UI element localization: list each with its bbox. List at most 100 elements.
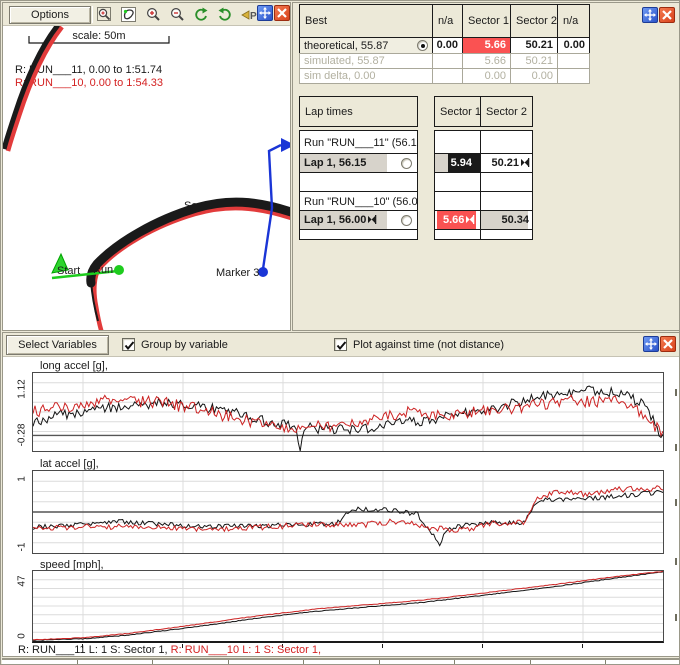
zoom-region-icon[interactable] [95, 5, 115, 24]
splitter-notch[interactable] [675, 499, 677, 506]
move-panel-icon[interactable] [643, 336, 659, 352]
theoretical-radio[interactable] [417, 40, 428, 51]
map-window-buttons [257, 5, 290, 21]
track-map[interactable]: scale: 50m R: RUN___11, 0.00 to 1:51.74 … [3, 26, 290, 330]
track-arc-red [8, 27, 62, 151]
rotate-cw-icon[interactable] [191, 5, 211, 24]
close-panel-icon[interactable] [659, 7, 675, 23]
map-toolbar: Options P [3, 3, 290, 26]
options-button[interactable]: Options [9, 6, 91, 24]
run10-lap-radio[interactable] [401, 215, 412, 226]
chart1-title: long accel [g], [40, 360, 108, 372]
scale-label: scale: 50m [72, 30, 125, 42]
sector-value: 50.34 [501, 214, 529, 226]
delta-val-sector2: 0.00 [510, 68, 558, 84]
s1-empty [434, 191, 481, 211]
delta-val-na1 [432, 68, 463, 84]
sim-val-na2 [557, 53, 590, 69]
run10-lap-row[interactable]: Lap 1, 56.00 [299, 210, 418, 230]
zoom-in-icon[interactable] [143, 5, 163, 24]
track-map-panel: Options P [2, 2, 291, 331]
group-by-variable-label: Group by variable [141, 339, 228, 351]
run11-lap-row[interactable]: Lap 1, 56.15 [299, 153, 418, 173]
flag-icon [368, 215, 377, 224]
times-panel: Best n/a Sector 1 Sector 2 n/a theoretic… [292, 2, 680, 331]
group-by-variable-checkbox[interactable] [122, 338, 135, 351]
lap-label: Lap 1, 56.00 [304, 214, 377, 226]
laptimes-header: Lap times [299, 96, 418, 127]
svg-text:P: P [250, 11, 257, 22]
splitter-notch[interactable] [675, 444, 677, 451]
sector-value: 5.66 [443, 214, 475, 226]
axis-tick [482, 644, 483, 648]
sector-value: 5.94 [451, 157, 472, 169]
run10-sector2-cell: 50.34 [480, 210, 533, 230]
bottom-clipped-row [2, 658, 680, 665]
plot-against-time-checkbox[interactable] [334, 338, 347, 351]
marker3-arrow-icon[interactable] [281, 138, 290, 152]
run11-sector2-cell: 50.21 [480, 153, 533, 173]
splitter-notch[interactable] [675, 558, 677, 565]
check-icon [123, 339, 136, 352]
splitter-notch[interactable] [675, 389, 677, 396]
sim-val-na1 [432, 53, 463, 69]
run-marker-label: Run [93, 264, 113, 276]
app-window: Options P [0, 0, 680, 665]
sim-val-sector1: 5.66 [462, 53, 511, 69]
start-label: Start [57, 265, 80, 277]
run10-label-row: Run "RUN___10" (56.00) [299, 191, 418, 211]
chart-status-line: R: RUN___11 L: 1 S: Sector 1, R: RUN___1… [18, 644, 321, 656]
splitter-notch[interactable] [675, 614, 677, 621]
chart3-ymin-label: 0 [17, 633, 28, 639]
axis-tick [382, 644, 383, 648]
close-panel-icon[interactable] [660, 336, 676, 352]
s2-empty [480, 191, 533, 211]
axis-tick [582, 644, 583, 648]
best-val-sector1: 5.66 [462, 37, 511, 54]
plot-against-time-label: Plot against time (not distance) [353, 339, 504, 351]
move-panel-icon[interactable] [257, 5, 273, 21]
best-header: Best [299, 4, 433, 38]
move-panel-icon[interactable] [642, 7, 658, 23]
select-variables-button[interactable]: Select Variables [6, 335, 109, 355]
best-row-theoretical[interactable]: theoretical, 55.87 [299, 37, 433, 54]
chart2-title: lat accel [g], [40, 458, 99, 470]
zoom-out-icon[interactable] [167, 5, 187, 24]
lat-accel-chart[interactable] [32, 470, 664, 554]
run11-sector1-cell: 5.94 [434, 153, 481, 173]
s1-empty [434, 130, 481, 154]
run11-lap-radio[interactable] [401, 158, 412, 169]
close-panel-icon[interactable] [274, 5, 290, 21]
lap-label: Lap 1, 56.15 [304, 157, 366, 169]
rotate-ccw-icon[interactable] [215, 5, 235, 24]
times-window-buttons [642, 7, 675, 23]
run-marker-dot[interactable] [114, 265, 124, 275]
pit-marker-icon[interactable]: P [239, 5, 259, 24]
best-header-na1: n/a [432, 4, 463, 38]
best-val-na1: 0.00 [432, 37, 463, 54]
fit-track-icon[interactable] [119, 5, 139, 24]
charts-toolbar: Select Variables Group by variable Plot … [3, 333, 679, 357]
empty-row [299, 229, 418, 240]
laptimes-header-sector1: Sector 1 [434, 96, 481, 127]
long-accel-chart[interactable] [32, 372, 664, 452]
marker3-dot[interactable] [258, 267, 268, 277]
best-header-na2: n/a [557, 4, 590, 38]
run11-label-row: Run "RUN___11" (56.15) [299, 130, 418, 154]
chart2-ymax-label: 1 [17, 476, 28, 482]
chart1-ymax-label: 1.12 [17, 379, 28, 398]
marker3-label: Marker 3 [216, 267, 259, 279]
best-header-sector2: Sector 2 [510, 4, 558, 38]
charts-window-buttons [643, 336, 676, 352]
delta-val-sector1: 0.00 [462, 68, 511, 84]
delta-row-label: sim delta, 0.00 [299, 68, 433, 84]
chart3-ymax-label: 47 [17, 575, 28, 586]
run-label-2: R: RUN___10, 0.00 to 1:54.33 [15, 77, 163, 89]
chart2-ymin-label: -1 [17, 543, 28, 552]
speed-chart[interactable] [32, 570, 664, 643]
best-val-sector2: 50.21 [510, 37, 558, 54]
spacer-row [299, 172, 418, 192]
run10-sector1-cell: 5.66 [434, 210, 481, 230]
best-row-label: theoretical, 55.87 [304, 40, 388, 52]
laptimes-header-sector2: Sector 2 [480, 96, 533, 127]
